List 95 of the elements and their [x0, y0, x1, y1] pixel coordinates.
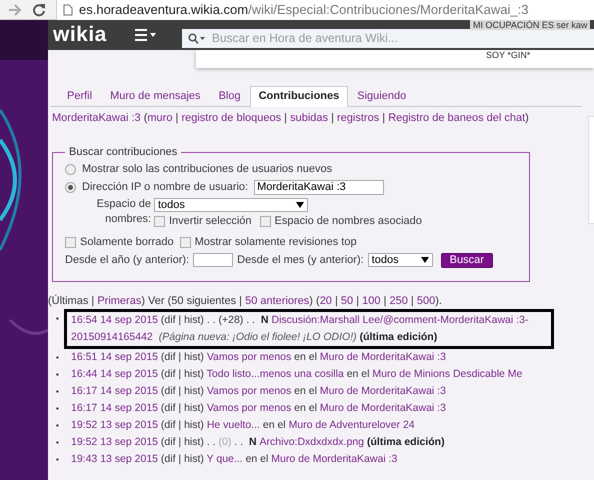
link[interactable]: 50 [340, 295, 354, 307]
search-button[interactable]: Buscar [440, 252, 493, 268]
month-label: Desde el mes (y anterior): [237, 254, 364, 266]
link[interactable]: 20 [320, 295, 332, 307]
list-bullet: ▪ [56, 386, 60, 398]
link[interactable]: 16:44 14 sep 2015 [71, 368, 158, 380]
link[interactable]: 50 anteriores [245, 295, 310, 307]
contribution-entry: 16:51 14 sep 2015 (dif | hist) Vamos por menos en el Muro de MorderitaKawai :3 [70, 350, 447, 365]
namespace-select[interactable]: todos [154, 198, 308, 212]
link[interactable]: Vamos por menos [206, 351, 292, 363]
link[interactable]: 100 [362, 295, 381, 307]
link[interactable]: MorderitaKawai :3 [52, 112, 141, 124]
dropdown-text: MI OCUPACIÓN ES ser kaw [470, 20, 590, 30]
search-icon [188, 32, 206, 44]
link[interactable]: Vamos por menos [206, 385, 292, 397]
link[interactable]: Todo listo...menos una cosilla [206, 368, 344, 380]
year-field[interactable] [193, 253, 234, 267]
link[interactable]: 16:51 14 sep 2015 [71, 351, 158, 363]
contribution-entry: 16:17 14 sep 2015 (dif | hist) Vamos por menos en el Muro de MorderitaKawai :3 [70, 401, 447, 416]
link[interactable]: registro de bloqueos [181, 112, 282, 124]
url-host: es.horadeaventura.wikia.com [79, 2, 248, 17]
profile-tab[interactable]: Siguiendo [348, 86, 416, 106]
link[interactable]: Muro de MorderitaKawai :3 [320, 402, 446, 414]
list-bullet: ▪ [56, 437, 60, 449]
checkbox-label: Invertir selección [169, 215, 252, 227]
checkbox-label: Mostrar solamente revisiones top [194, 236, 357, 248]
link[interactable]: Muro de MorderitaKawai :3 [320, 385, 446, 397]
link[interactable]: Muro de Adventurelover 24 [288, 419, 415, 431]
radio-label: Dirección IP o nombre de usuario: [82, 181, 248, 193]
contribution-entry: 19:52 13 sep 2015 (dif | hist) . . (0) . . N Archivo:Dxdxdxdx.png (última edición) [70, 435, 446, 450]
wikia-logo[interactable]: wikia [53, 24, 107, 46]
reload-icon[interactable] [32, 2, 46, 16]
menu-icon[interactable] [134, 29, 157, 41]
list-bullet: ▪ [56, 420, 60, 432]
link[interactable]: Registro de baneos del chat [388, 112, 526, 124]
contribution-entry: 16:17 14 sep 2015 (dif | hist) Vamos por menos en el Muro de MorderitaKawai :3 [70, 384, 447, 399]
url-field[interactable]: es.horadeaventura.wikia.com/wiki/Especial:Contribuciones/MorderitaKawai_:3 [56, 0, 594, 20]
profile-tab[interactable]: Perfil [58, 86, 102, 106]
link[interactable]: Discusión:Marshall Lee/@comment-MorderitaKawai :3- [271, 314, 528, 326]
link[interactable]: 19:52 13 sep 2015 [71, 436, 158, 448]
list-bullet: ▪ [56, 313, 60, 325]
checkbox[interactable] [154, 216, 165, 226]
contribution-entry: 16:44 14 sep 2015 (dif | hist) Todo listo...menos una cosilla en el Muro de Minions Desdicable Me [70, 367, 524, 382]
checkbox[interactable] [65, 236, 76, 248]
radio-button[interactable] [65, 164, 76, 174]
checkbox[interactable] [180, 236, 191, 248]
link[interactable]: Muro de MorderitaKawai :3 [320, 351, 446, 363]
radio-label: Mostrar solo las contribuciones de usuarios nuevos [82, 163, 332, 175]
contribution-entry: 19:43 13 sep 2015 (dif | hist) Y que... en el Muro de MorderitaKawai :3 [70, 452, 398, 467]
profile-tab[interactable]: Contribuciones [250, 86, 348, 107]
page-icon [63, 4, 73, 16]
link[interactable]: 500 [416, 295, 436, 307]
list-bullet: ▪ [56, 454, 60, 466]
link[interactable]: Muro de MorderitaKawai :3 [271, 453, 398, 465]
username-field[interactable]: MorderitaKawai :3 [254, 180, 384, 194]
user-links: MorderitaKawai :3 (muro | registro de bloqueos | subidas | registros | Registro de baneos del chat) [52, 112, 530, 124]
form-legend: Buscar contribuciones [65, 146, 182, 158]
link[interactable]: 19:52 13 sep 2015 [71, 419, 158, 431]
year-label: Desde el año (y anterior): [65, 254, 190, 266]
link[interactable]: Primeras [97, 295, 142, 307]
link[interactable]: 16:17 14 sep 2015 [71, 402, 158, 414]
link[interactable]: 250 [390, 295, 408, 307]
caret-icon [296, 202, 304, 208]
link[interactable]: muro [147, 112, 172, 124]
search-field[interactable]: Buscar en Hora de aventura Wiki... [210, 28, 594, 48]
link[interactable]: subidas [290, 112, 328, 124]
link[interactable]: Vamos por menos [206, 402, 292, 414]
caret-icon [420, 257, 429, 263]
link[interactable]: 20150914165442 [71, 331, 153, 343]
profile-tab[interactable]: Blog [210, 86, 250, 106]
link[interactable]: 19:43 13 sep 2015 [71, 453, 158, 465]
contribution-entry: 19:52 13 sep 2015 (dif | hist) He vuelto... en el Muro de Adventurelover 24 [70, 418, 416, 433]
link[interactable]: 16:54 14 sep 2015 [71, 314, 158, 326]
checkbox-label: Solamente borrado [80, 236, 174, 248]
checkbox[interactable] [260, 216, 271, 226]
link[interactable]: Y que... [206, 453, 243, 465]
month-select[interactable]: todos [368, 253, 433, 267]
profile-tab[interactable]: Muro de mensajes [101, 86, 210, 106]
link[interactable]: registros [337, 112, 380, 124]
link[interactable]: Muro de Minions Desdicable Me [372, 368, 522, 380]
url-path: /wiki/Especial:Contribuciones/MorderitaKawai_:3 [248, 2, 528, 17]
contribution-entry: 16:54 14 sep 2015 (dif | hist) . . (+28) . . N Discusión:Marshall Lee/@comment-MorderitaKawai :3- 20150914165442 (Página nueva: ¡Odio el fiolee! ¡LO ODIO!) (última edición) [67, 312, 551, 346]
search-button[interactable] [182, 28, 210, 48]
list-bullet: ▪ [56, 369, 60, 381]
list-bullet: ▪ [56, 403, 60, 415]
link[interactable]: 16:17 14 sep 2015 [71, 385, 158, 397]
list-bullet: ▪ [56, 352, 60, 364]
dropdown-text: SOY *GIN* [486, 50, 530, 60]
radio-button[interactable] [65, 182, 76, 192]
link[interactable]: He vuelto... [206, 419, 260, 431]
namespace-label: Espacio de nombres: [96, 197, 151, 227]
checkbox-label: Espacio de nombres asociado [274, 215, 422, 227]
pagination-text: (Últimas | Primeras) Ver (50 siguientes | 50 anteriores) (20 | 50 | 100 | 250 | 500). [48, 294, 443, 308]
forward-icon[interactable] [8, 4, 22, 16]
link[interactable]: Archivo:Dxdxdxdx.png [260, 436, 364, 448]
